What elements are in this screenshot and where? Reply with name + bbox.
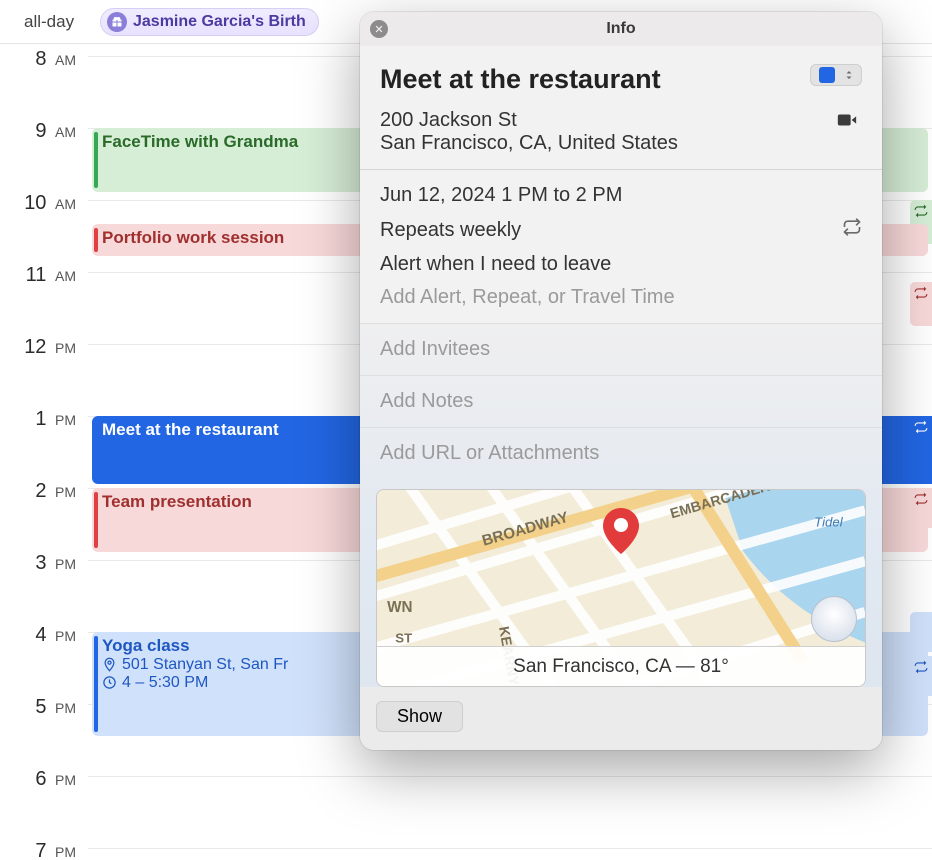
add-url-button[interactable]: Add URL or Attachments <box>360 427 882 479</box>
map-pin-icon <box>603 508 639 559</box>
event-location: 501 Stanyan St, San Fr <box>122 656 288 674</box>
hour-label: 6 PM <box>0 768 88 791</box>
popover-header: Meet at the restaurant <box>360 46 882 109</box>
repeat-icon <box>914 492 928 506</box>
event-datetime: Jun 12, 2024 1 PM to 2 PM <box>380 184 622 207</box>
datetime-row[interactable]: Jun 12, 2024 1 PM to 2 PM <box>380 184 862 207</box>
repeat-icon <box>914 420 928 434</box>
chevron-updown-icon <box>843 69 855 81</box>
location-pin-icon <box>102 657 118 673</box>
location-line2: San Francisco, CA, United States <box>380 132 678 155</box>
add-invitees-button[interactable]: Add Invitees <box>360 323 882 375</box>
hour-label: 4 PM <box>0 624 88 647</box>
location-line1: 200 Jackson St <box>380 109 678 132</box>
map-street-label: ST <box>395 630 412 645</box>
hour-label: 2 PM <box>0 480 88 503</box>
alert-row[interactable]: Alert when I need to leave <box>380 253 862 276</box>
repeat-icon <box>914 204 928 218</box>
event-chip-right[interactable] <box>910 612 932 652</box>
close-icon <box>374 24 384 34</box>
datetime-section: Jun 12, 2024 1 PM to 2 PM Repeats weekly… <box>360 170 882 323</box>
popover-titlebar: Info <box>360 12 882 46</box>
repeat-row[interactable]: Repeats weekly <box>380 217 862 243</box>
add-alert-button[interactable]: Add Alert, Repeat, or Travel Time <box>380 286 862 309</box>
event-chip-right[interactable] <box>910 656 932 696</box>
popover-extras: Add Invitees Add Notes Add URL or Attach… <box>360 323 882 750</box>
hour-label: 1 PM <box>0 408 88 431</box>
popover-window-title: Info <box>606 20 635 38</box>
location-map[interactable]: BROADWAY KEARNY EMBARCADERO Tidel WN ST … <box>376 489 866 687</box>
event-chip-right[interactable] <box>910 416 932 484</box>
popover-footer: Show <box>360 687 882 750</box>
show-button[interactable]: Show <box>376 701 463 732</box>
hour-label: 10 AM <box>0 192 88 215</box>
event-info-popover: Info Meet at the restaurant 200 Jackson … <box>360 12 882 750</box>
event-alert: Alert when I need to leave <box>380 253 611 276</box>
add-notes-button[interactable]: Add Notes <box>360 375 882 427</box>
map-weather-caption: San Francisco, CA — 81° <box>377 646 865 686</box>
add-alert-label: Add Alert, Repeat, or Travel Time <box>380 286 675 309</box>
map-3d-badge[interactable] <box>811 596 857 642</box>
allday-event-pill[interactable]: Jasmine Garcia's Birth <box>100 8 319 36</box>
event-time: 4 – 5:30 PM <box>122 674 208 692</box>
hour-label: 5 PM <box>0 696 88 719</box>
map-street-label: Tidel <box>814 515 844 530</box>
repeat-icon <box>914 286 928 300</box>
calendar-color-swatch <box>819 67 835 83</box>
event-location-row[interactable]: 200 Jackson St San Francisco, CA, United… <box>360 109 882 169</box>
repeat-icon <box>914 660 928 674</box>
allday-event-title: Jasmine Garcia's Birth <box>133 13 306 31</box>
hour-label: 11 AM <box>0 264 88 287</box>
hour-label: 9 AM <box>0 120 88 143</box>
event-chip-right[interactable] <box>910 488 932 528</box>
hour-label: 8 AM <box>0 48 88 71</box>
hour-label: 3 PM <box>0 552 88 575</box>
map-street-label: WN <box>387 599 412 616</box>
close-button[interactable] <box>370 20 388 38</box>
calendar-color-picker[interactable] <box>810 64 862 86</box>
allday-label: all-day <box>24 12 100 32</box>
event-repeat: Repeats weekly <box>380 219 521 242</box>
video-call-icon[interactable] <box>832 109 862 137</box>
repeat-icon <box>842 217 862 243</box>
gift-icon <box>107 12 127 32</box>
hour-label: 12 PM <box>0 336 88 359</box>
event-chip-right[interactable] <box>910 282 932 326</box>
event-title-field[interactable]: Meet at the restaurant <box>380 64 661 95</box>
hour-label: 7 PM <box>0 840 88 860</box>
clock-icon <box>102 675 118 691</box>
